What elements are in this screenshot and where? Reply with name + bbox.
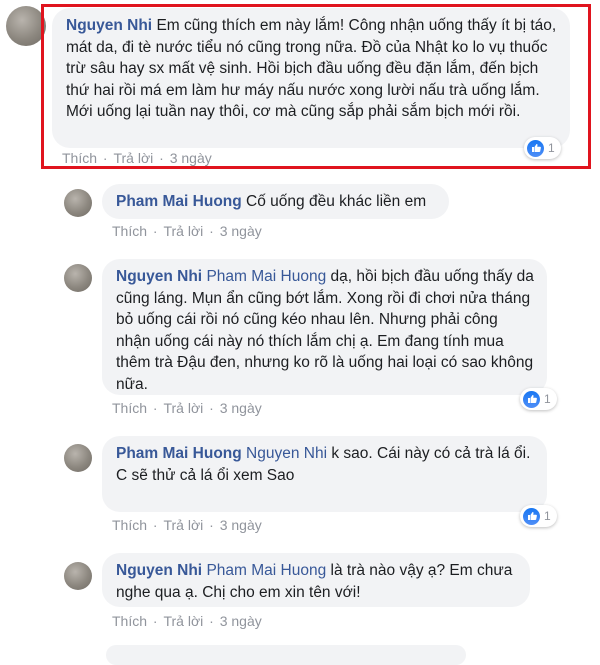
separator: · — [209, 613, 214, 629]
comment-bubble: Pham Mai Huong Cố uống đều khác liền em — [102, 184, 449, 219]
comment-text: Cố uống đều khác liền em — [246, 193, 427, 210]
reply-link[interactable]: Trả lời — [163, 517, 203, 533]
comment-bubble: Nguyen Nhi Pham Mai Huong dạ, hồi bịch đ… — [102, 259, 547, 395]
separator: · — [152, 400, 158, 416]
comment-author[interactable]: Nguyen Nhi — [116, 562, 202, 579]
like-link[interactable]: Thích — [112, 613, 147, 629]
comment-author[interactable]: Pham Mai Huong — [116, 445, 242, 462]
reaction-number: 1 — [544, 509, 551, 523]
avatar[interactable] — [64, 189, 92, 217]
separator: · — [152, 517, 158, 533]
timestamp-link[interactable]: 3 ngày — [220, 517, 262, 533]
separator: · — [209, 517, 214, 533]
reaction-number: 1 — [544, 392, 551, 406]
like-thumb-icon — [527, 139, 544, 157]
comment-text: dạ, hồi bịch đầu uống thấy da cũng láng.… — [116, 268, 534, 393]
separator: · — [152, 613, 158, 629]
reaction-count[interactable]: 1 — [520, 505, 557, 527]
like-thumb-icon — [523, 390, 540, 408]
next-comment-bubble — [106, 645, 466, 665]
like-thumb-icon — [523, 507, 540, 525]
timestamp-link[interactable]: 3 ngày — [170, 150, 212, 166]
avatar[interactable] — [64, 264, 92, 292]
comment-author[interactable]: Nguyen Nhi — [116, 268, 202, 285]
avatar[interactable] — [64, 562, 92, 590]
like-link[interactable]: Thích — [112, 517, 147, 533]
reaction-count[interactable]: 1 — [524, 137, 561, 159]
separator: · — [209, 223, 214, 239]
reply-link[interactable]: Trả lời — [163, 223, 203, 239]
comment-bubble: Nguyen Nhi Em cũng thích em này lắm! Côn… — [52, 8, 570, 148]
avatar[interactable] — [6, 6, 46, 46]
avatar[interactable] — [64, 444, 92, 472]
comment-actions: Thích · Trả lời · 3 ngày — [112, 517, 262, 533]
like-link[interactable]: Thích — [112, 400, 147, 416]
separator: · — [102, 150, 108, 166]
separator: · — [159, 150, 164, 166]
reply-link[interactable]: Trả lời — [163, 613, 203, 629]
comment-actions: Thích · Trả lời · 3 ngày — [112, 400, 262, 416]
like-link[interactable]: Thích — [112, 223, 147, 239]
comment-author[interactable]: Nguyen Nhi — [66, 17, 152, 34]
like-link[interactable]: Thích — [62, 150, 97, 166]
reply-link[interactable]: Trả lời — [163, 400, 203, 416]
mention-tag[interactable]: Pham Mai Huong — [206, 268, 326, 285]
comment-bubble: Nguyen Nhi Pham Mai Huong là trà nào vậy… — [102, 553, 530, 607]
mention-tag[interactable]: Nguyen Nhi — [246, 445, 327, 462]
timestamp-link[interactable]: 3 ngày — [220, 400, 262, 416]
timestamp-link[interactable]: 3 ngày — [220, 613, 262, 629]
comment-bubble: Pham Mai Huong Nguyen Nhi k sao. Cái này… — [102, 436, 547, 512]
reaction-count[interactable]: 1 — [520, 388, 557, 410]
comment-actions: Thích · Trả lời · 3 ngày — [112, 223, 262, 239]
reply-link[interactable]: Trả lời — [113, 150, 153, 166]
reaction-number: 1 — [548, 141, 555, 155]
timestamp-link[interactable]: 3 ngày — [220, 223, 262, 239]
comment-actions: Thích · Trả lời · 3 ngày — [112, 613, 262, 629]
separator: · — [209, 400, 214, 416]
comment-actions: Thích · Trả lời · 3 ngày — [62, 150, 212, 166]
mention-tag[interactable]: Pham Mai Huong — [206, 562, 326, 579]
separator: · — [152, 223, 158, 239]
comment-author[interactable]: Pham Mai Huong — [116, 193, 242, 210]
